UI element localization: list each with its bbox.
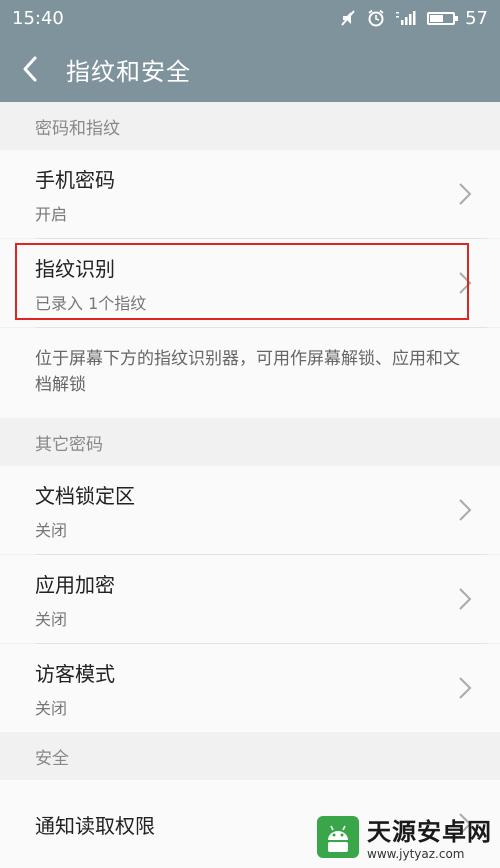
chevron-right-icon (459, 183, 472, 205)
status-bar: 15:40 57 (0, 0, 500, 36)
back-button[interactable] (0, 36, 60, 102)
chevron-right-icon (459, 499, 472, 521)
watermark: 天源安卓网 www.jytyaz.com (315, 812, 492, 861)
status-time: 15:40 (12, 7, 64, 29)
chevron-right-icon (459, 677, 472, 699)
section-header-fingerprint: 密码和指纹 (0, 102, 500, 150)
chevron-right-icon (459, 588, 472, 610)
alarm-icon (368, 9, 384, 27)
back-arrow-icon (23, 56, 37, 82)
row-status: 关闭 (35, 698, 68, 718)
page-title: 指纹和安全 (66, 57, 191, 86)
status-icons: 57 (339, 8, 488, 29)
row-status: 已录入 1个指纹 (35, 293, 147, 313)
settings-row-doc-lock[interactable]: 文档锁定区 关闭 (0, 466, 500, 554)
chevron-right-icon (459, 272, 472, 294)
watermark-name: 天源安卓网 (367, 818, 492, 846)
row-label: 手机密码 (35, 167, 115, 192)
section-header-security: 安全 (0, 732, 500, 780)
mute-icon (341, 10, 355, 26)
android-logo-icon (317, 815, 359, 858)
fingerprint-description: 位于屏幕下方的指纹识别器，可用作屏幕解锁、应用和文档解锁 (0, 328, 500, 418)
signal-icon (396, 11, 416, 25)
settings-row-fingerprint-recognition[interactable]: 指纹识别 已录入 1个指纹 (0, 239, 500, 327)
row-status: 关闭 (35, 609, 68, 629)
watermark-url: www.jytyaz.com (367, 847, 465, 861)
battery-level: 57 (465, 7, 488, 29)
settings-row-app-encrypt[interactable]: 应用加密 关闭 (0, 555, 500, 643)
battery-icon (427, 11, 459, 25)
row-label: 应用加密 (35, 572, 115, 597)
row-status: 开启 (35, 204, 68, 224)
title-bar: 指纹和安全 (0, 36, 500, 102)
settings-row-phone-password[interactable]: 手机密码 开启 (0, 150, 500, 238)
row-status: 关闭 (35, 520, 68, 540)
row-label: 文档锁定区 (35, 483, 135, 508)
row-label: 指纹识别 (35, 256, 115, 281)
settings-row-guest-mode[interactable]: 访客模式 关闭 (0, 644, 500, 732)
row-label: 访客模式 (35, 661, 115, 686)
section-header-other-passwords: 其它密码 (0, 418, 500, 466)
